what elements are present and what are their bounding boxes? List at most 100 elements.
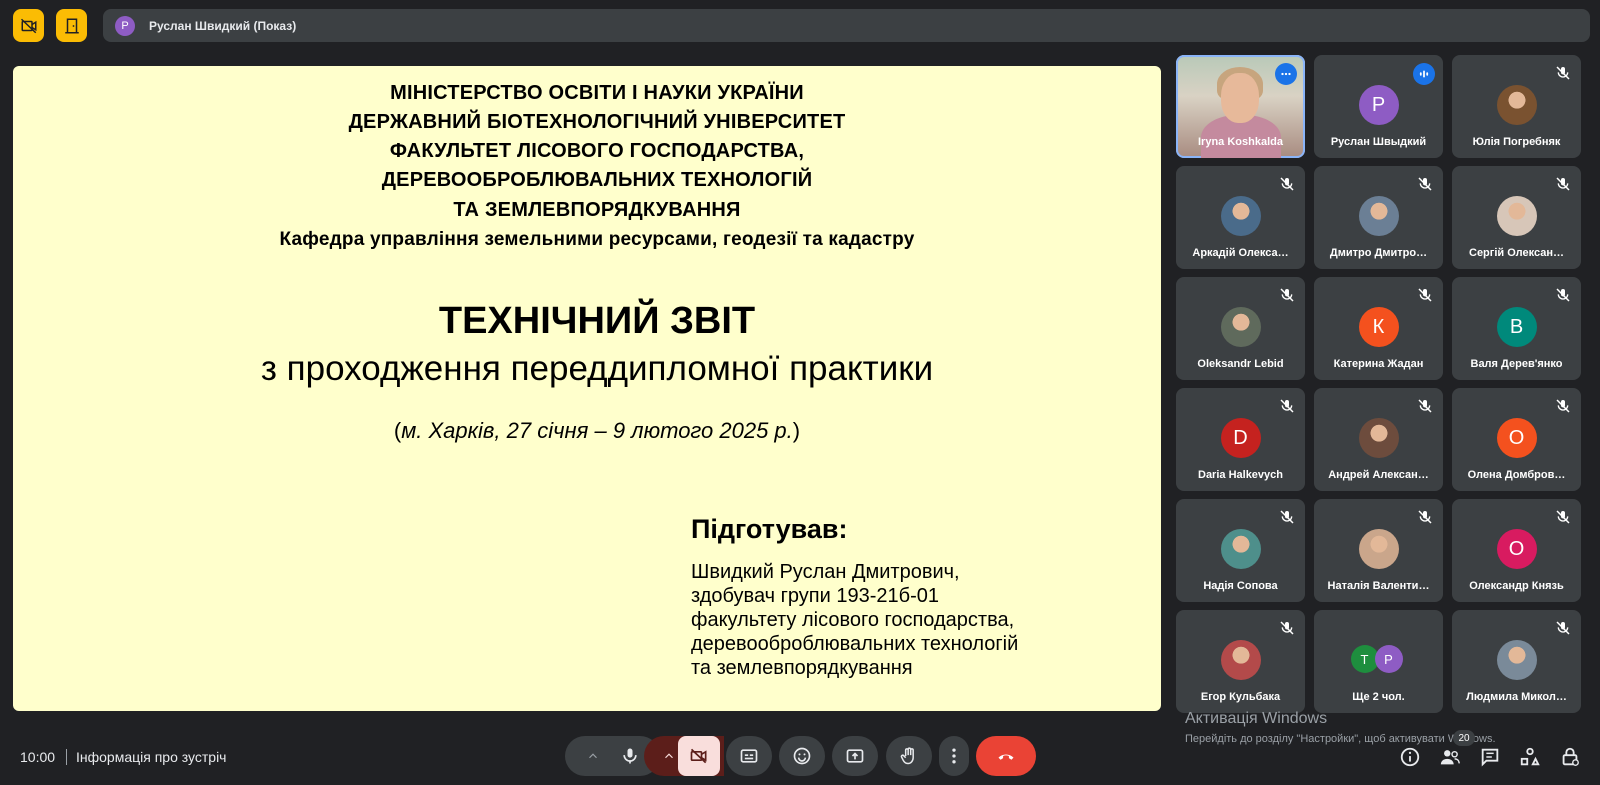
avatar: В [1496,307,1537,347]
raise-hand-button[interactable] [886,736,932,776]
mic-off-icon [1417,176,1433,192]
hang-up-icon [998,754,1014,760]
mic-off-icon [1279,287,1295,303]
participant-tile[interactable]: Надія Сопова [1176,499,1305,602]
leave-call-button[interactable] [976,736,1036,776]
chevron-up-icon[interactable] [586,749,600,763]
participant-name: Наталія Валенти… [1327,580,1430,592]
avatar: Р [1374,645,1403,673]
participant-name: Руслан Швыдкий [1330,136,1427,148]
more-options-icon[interactable] [1275,63,1297,85]
participant-name: Сергій Олексан… [1469,247,1564,259]
emoji-icon [793,747,811,765]
participant-name: Oleksandr Lebid [1197,358,1284,370]
participant-name: Андрей Алексан… [1328,469,1429,481]
avatar [1220,640,1261,680]
slide-subtitle: з проходження переддипломної практики [260,349,934,388]
participant-name: Дмитро Дмитро… [1329,247,1428,259]
participant-grid: Iryna Koshkalda Р Руслан Швыдкий Юлія Погре… [1176,55,1592,725]
present-icon [846,749,864,763]
participant-tile[interactable]: О Олександр Князь [1452,499,1581,602]
hand-icon [900,747,914,765]
info-icon[interactable] [1399,746,1421,768]
participant-tile[interactable]: Iryna Koshkalda [1176,55,1305,158]
slide-header-line: ДЕРЕВООБРОБЛЮВАЛЬНИХ ТЕХНОЛОГІЙ [381,169,813,191]
presenter-avatar: Р [115,15,135,36]
slide-header-line: МІНІСТЕРСТВО ОСВІТИ І НАУКИ УКРАЇНИ [390,82,804,104]
presentation-slide: МІНІСТЕРСТВО ОСВІТИ І НАУКИ УКРАЇНИ ДЕРЖ… [13,66,1161,711]
participant-tile[interactable]: Р Руслан Швыдкий [1314,55,1443,158]
people-icon[interactable] [1439,746,1461,768]
layout-button[interactable] [56,9,87,42]
participant-tile[interactable]: Егор Кульбака [1176,610,1305,713]
participant-tile[interactable]: Аркадій Олекса… [1176,166,1305,269]
hide-self-view-button[interactable] [13,9,44,42]
avatar [1220,529,1261,569]
slide-header-line: ФАКУЛЬТЕТ ЛІСОВОГО ГОСПОДАРСТВА, [389,140,805,162]
host-controls-icon[interactable] [1559,746,1581,768]
mic-off-icon [1279,509,1295,525]
participant-tile[interactable]: К Катерина Жадан [1314,277,1443,380]
participant-name: Надія Сопова [1203,580,1278,592]
avatar: О [1496,529,1537,569]
participant-name: Iryna Koshkalda [1198,136,1283,148]
participant-name: Олександр Князь [1469,580,1564,592]
more-vert-icon [952,748,956,764]
chat-icon[interactable] [1479,746,1501,768]
participant-tile[interactable]: Т Р Ще 2 чол. [1314,610,1443,713]
participant-tile[interactable]: О Олена Домбров… [1452,388,1581,491]
mic-off-icon [1555,398,1571,414]
participant-tile[interactable]: Наталія Валенти… [1314,499,1443,602]
slide-title: ТЕХНІЧНИЙ ЗВІТ [438,300,756,342]
mic-off-icon [1279,620,1295,636]
participant-name: Людмила Микол… [1466,691,1567,703]
presenter-label: Руслан Швидкий (Показ) [149,18,297,33]
slide-header-line: ДЕРЖАВНИЙ БІОТЕХНОЛОГІЧНИЙ УНІВЕРСИТЕТ [348,111,846,133]
participant-name: Катерина Жадан [1333,358,1424,370]
slide-header-line: ТА ЗЕМЛЕВПОРЯДКУВАННЯ [453,199,741,221]
mic-off-icon [1555,620,1571,636]
slide-prepared-label: Підготував: [691,514,848,544]
participant-name: Ще 2 чол. [1352,691,1405,703]
more-participants-avatars: ТР [1350,645,1403,673]
door-icon [64,18,79,33]
avatar [1358,529,1399,569]
slide-prepared-details: Швидкий Руслан Дмитрович, здобувач групи… [691,561,1019,679]
people-count-badge: 20 [1453,730,1475,746]
avatar [1220,307,1261,347]
participant-tile[interactable]: Андрей Алексан… [1314,388,1443,491]
avatar: D [1220,418,1261,458]
participant-tile[interactable]: D Daria Halkevych [1176,388,1305,491]
participant-tile[interactable]: Дмитро Дмитро… [1314,166,1443,269]
mic-off-icon [1279,176,1295,192]
participant-tile[interactable]: Сергій Олексан… [1452,166,1581,269]
bottom-toolbar: 10:00 Інформація про зустріч 20 [0,730,1600,785]
avatar [1496,85,1537,125]
participant-name: Егор Кульбака [1200,691,1281,703]
participant-name: Олена Домбров… [1467,469,1566,481]
participant-tile[interactable]: Юлія Погребняк [1452,55,1581,158]
clock: 10:00 [20,749,56,765]
participant-tile[interactable]: Oleksandr Lebid [1176,277,1305,380]
reactions-button[interactable] [779,736,825,776]
camera-toggle-button[interactable] [678,736,720,776]
mic-off-icon [1417,398,1433,414]
activities-icon[interactable] [1519,746,1541,768]
present-screen-button[interactable] [832,736,878,776]
microphone-icon[interactable] [620,746,640,766]
avatar [1496,640,1537,680]
meeting-info-link[interactable]: Інформація про зустріч [76,749,226,765]
chevron-up-icon [665,753,673,759]
participant-tile[interactable]: В Валя Дерев'янко [1452,277,1581,380]
presenter-bar[interactable]: Р Руслан Швидкий (Показ) [103,9,1590,42]
more-options-button[interactable] [939,736,969,776]
mic-off-icon [1417,509,1433,525]
avatar [1220,196,1261,236]
captions-button[interactable] [726,736,772,776]
participant-tile[interactable]: Людмила Микол… [1452,610,1581,713]
camera-off-icon [690,748,707,764]
participant-name: Юлія Погребняк [1472,136,1561,148]
slide-department: Кафедра управління земельними ресурсами,… [279,229,915,250]
mic-off-icon [1555,65,1571,81]
participant-name: Daria Halkevych [1198,469,1283,481]
